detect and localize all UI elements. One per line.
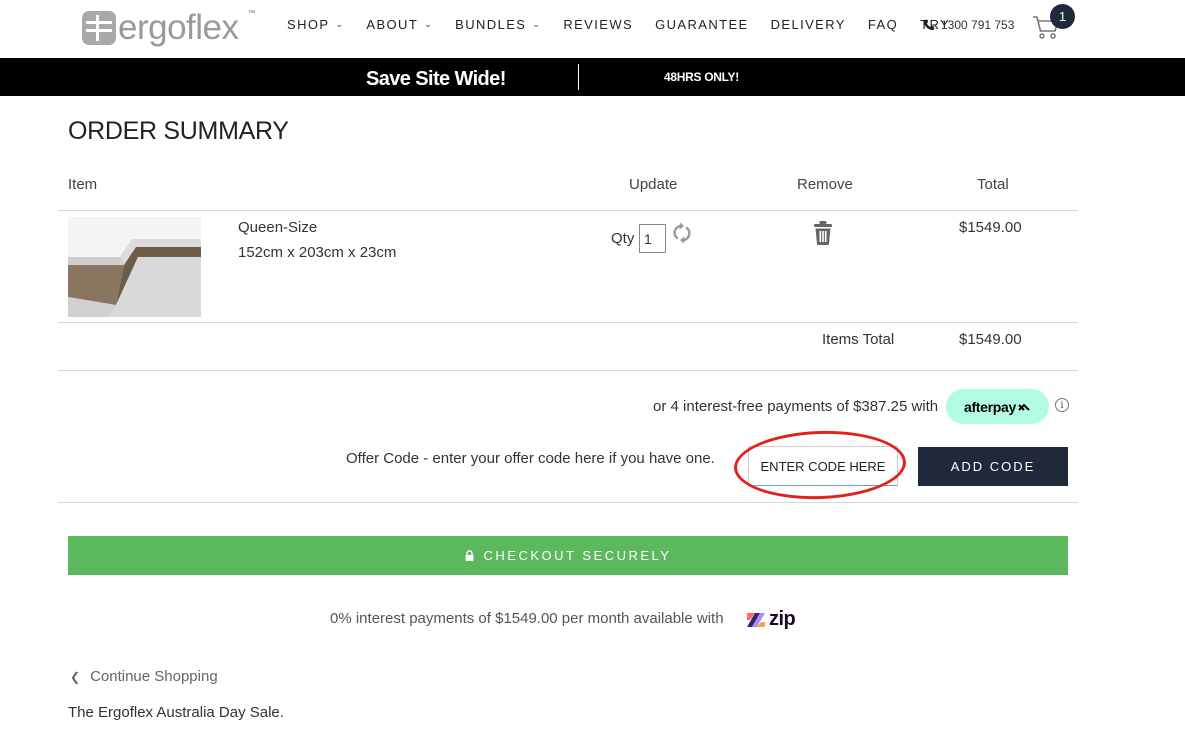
zip-logo[interactable]: zip	[746, 608, 796, 631]
nav-item-bundles[interactable]: BUNDLES ⌄	[455, 17, 541, 32]
chevron-down-icon: ⌄	[424, 19, 434, 29]
chevron-down-icon: ⌄	[532, 19, 542, 29]
info-icon[interactable]: i	[1055, 398, 1069, 412]
continue-shopping-label: Continue Shopping	[90, 668, 218, 685]
nav-item-delivery[interactable]: DELIVERY	[771, 17, 846, 32]
nav-item-shop[interactable]: SHOP ⌄	[287, 17, 344, 32]
nav-label: BUNDLES	[455, 17, 527, 32]
divider	[58, 370, 1078, 371]
logo-trademark: ™	[248, 10, 255, 17]
nav-label: DELIVERY	[770, 17, 846, 32]
nav-item-faq[interactable]: FAQ	[868, 17, 898, 32]
items-total-value: $1549.00	[959, 331, 1022, 348]
cart-count-badge[interactable]: 1	[1050, 4, 1075, 29]
nav-label: FAQ	[867, 17, 899, 32]
column-header-update: Update	[629, 176, 678, 193]
chevron-left-icon: ❮	[70, 669, 81, 684]
continue-shopping-link[interactable]: ❮ Continue Shopping	[70, 668, 218, 685]
nav-label: ABOUT	[366, 17, 419, 32]
qty-label: Qty	[611, 230, 635, 247]
nav-item-about[interactable]: ABOUT ⌄	[366, 17, 433, 32]
product-name: Queen-Size	[238, 219, 318, 236]
divider	[58, 322, 1078, 323]
nav-label: SHOP	[287, 17, 330, 32]
phone-link[interactable]: 1300 791 753	[923, 18, 1014, 32]
column-header-remove: Remove	[797, 176, 853, 193]
nav-item-reviews[interactable]: REVIEWS	[563, 17, 633, 32]
divider	[58, 210, 1078, 211]
divider	[58, 502, 1078, 503]
product-dimensions: 152cm x 203cm x 23cm	[238, 244, 397, 261]
column-header-item: Item	[68, 176, 98, 193]
site-header: ergoflex ™ SHOP ⌄ ABOUT ⌄ BUNDLES ⌄ REVI…	[0, 0, 1185, 58]
zip-mark-icon	[747, 612, 765, 627]
afterpay-arrows-icon	[1018, 403, 1030, 411]
promo-banner[interactable]: Save Site Wide! 48HRS ONLY!	[0, 58, 1185, 96]
phone-icon	[923, 19, 935, 31]
sale-note: The Ergoflex Australia Day Sale.	[68, 704, 284, 721]
page-title: ORDER SUMMARY	[68, 117, 289, 145]
afterpay-badge[interactable]: afterpay	[946, 389, 1049, 424]
product-image[interactable]	[68, 217, 201, 317]
nav-item-guarantee[interactable]: GUARANTEE	[655, 17, 749, 32]
refresh-icon[interactable]	[671, 222, 693, 244]
zip-logo-text: zip	[769, 608, 796, 630]
nav-label: GUARANTEE	[655, 17, 749, 32]
chevron-down-icon: ⌄	[335, 19, 345, 29]
line-item-total: $1549.00	[959, 219, 1022, 236]
ergoflex-logo[interactable]: ergoflex ™	[82, 8, 255, 47]
offer-code-prompt: Offer Code - enter your offer code here …	[346, 450, 715, 467]
items-total-label: Items Total	[822, 331, 895, 348]
zip-message: 0% interest payments of $1549.00 per mon…	[330, 610, 724, 627]
quantity-input[interactable]	[639, 224, 666, 253]
column-header-total: Total	[977, 176, 1009, 193]
nav-label: REVIEWS	[563, 17, 634, 32]
afterpay-logo-text: afterpay	[963, 398, 1017, 415]
phone-number: 1300 791 753	[941, 18, 1015, 32]
promo-divider	[578, 64, 579, 90]
lock-icon	[465, 550, 474, 561]
checkout-label: CHECKOUT SECURELY	[483, 548, 672, 563]
add-code-button[interactable]: ADD CODE	[918, 447, 1068, 486]
logo-text: ergoflex	[118, 8, 239, 47]
trash-icon[interactable]	[812, 220, 834, 246]
promo-headline: Save Site Wide!	[366, 68, 506, 90]
afterpay-message: or 4 interest-free payments of $387.25 w…	[653, 398, 939, 415]
promo-countdown: 48HRS ONLY!	[664, 70, 739, 84]
checkout-button[interactable]: CHECKOUT SECURELY	[68, 536, 1068, 575]
offer-code-input[interactable]	[748, 446, 898, 486]
main-nav: SHOP ⌄ ABOUT ⌄ BUNDLES ⌄ REVIEWS GUARANT…	[287, 17, 972, 32]
logo-mark-icon	[82, 11, 116, 45]
